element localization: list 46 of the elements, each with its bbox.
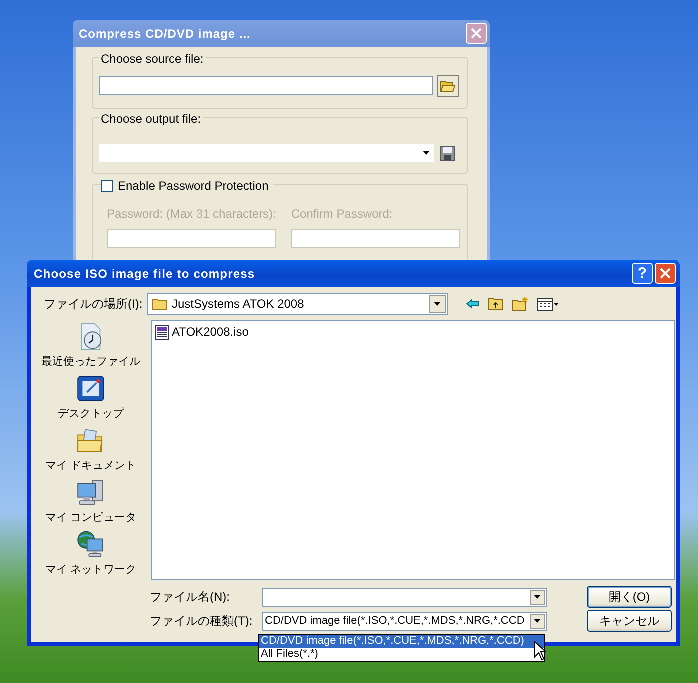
field-label: Confirm Password: — [291, 206, 394, 223]
close-icon — [471, 28, 482, 39]
places-item[interactable]: マイ ネットワーク — [41, 530, 141, 578]
view-menu-icon[interactable] — [537, 298, 559, 310]
back-arrow-icon[interactable] — [466, 299, 480, 309]
places-item[interactable]: デスクトップ — [41, 374, 141, 422]
disc-image-file-icon — [155, 324, 169, 340]
close-icon — [660, 268, 671, 279]
dropdown-button[interactable] — [530, 590, 545, 604]
open-button[interactable]: 開く(O) — [587, 586, 672, 608]
dropdown-button[interactable] — [530, 614, 545, 628]
field-label: Password: (Max 31 characters): — [107, 206, 276, 223]
file-type-combo[interactable]: CD/DVD image file(*.ISO,*.CUE,*.MDS,*.NRG,*.CCD — [262, 612, 547, 630]
folder-icon — [152, 298, 168, 310]
file-name-label: ファイル名(N): — [150, 589, 231, 606]
close-button[interactable] — [466, 23, 487, 44]
dropdown-arrow-icon — [534, 595, 541, 599]
list-option[interactable]: CD/DVD image file(*.ISO,*.CUE,*.MDS,*.NRG,*.CCD) — [259, 635, 544, 648]
file-item[interactable]: ATOK2008.iso — [154, 323, 250, 341]
places-item[interactable]: マイ ドキュメント — [41, 426, 141, 474]
close-button[interactable] — [655, 263, 676, 284]
cancel-button[interactable]: キャンセル — [587, 610, 672, 632]
new-folder-icon[interactable] — [512, 296, 529, 312]
look-in-value: JustSystems ATOK 2008 — [172, 296, 306, 313]
password-field[interactable] — [291, 229, 460, 248]
window-title: Compress CD/DVD image ... — [79, 26, 251, 42]
folder-icon — [440, 79, 456, 93]
places-item[interactable]: 最近使ったファイル — [41, 322, 141, 370]
dropdown-arrow-icon — [423, 151, 430, 155]
file-type-value: CD/DVD image file(*.ISO,*.CUE,*.MDS,*.NRG,*.CCD — [264, 614, 526, 629]
places-item[interactable]: マイ コンピュータ — [41, 478, 141, 526]
source-file-field[interactable] — [99, 76, 433, 95]
checkbox[interactable] — [101, 180, 113, 192]
password-field[interactable] — [107, 229, 276, 248]
dropdown-button[interactable] — [429, 295, 446, 313]
look-in-combo[interactable]: JustSystems ATOK 2008 — [147, 293, 448, 315]
window-title: Choose ISO image file to compress — [34, 266, 256, 282]
desktop-icon — [75, 374, 107, 404]
look-in-label: ファイルの場所(I): — [44, 296, 144, 313]
browse-button[interactable] — [437, 75, 459, 97]
dropdown-arrow-icon — [434, 302, 441, 306]
help-button[interactable]: ? — [632, 263, 653, 284]
up-folder-icon[interactable] — [488, 297, 504, 311]
dropdown-arrow-icon — [534, 619, 541, 623]
file-type-label: ファイルの種類(T): — [150, 613, 254, 630]
checkbox-label: Enable Password Protection — [118, 178, 269, 195]
